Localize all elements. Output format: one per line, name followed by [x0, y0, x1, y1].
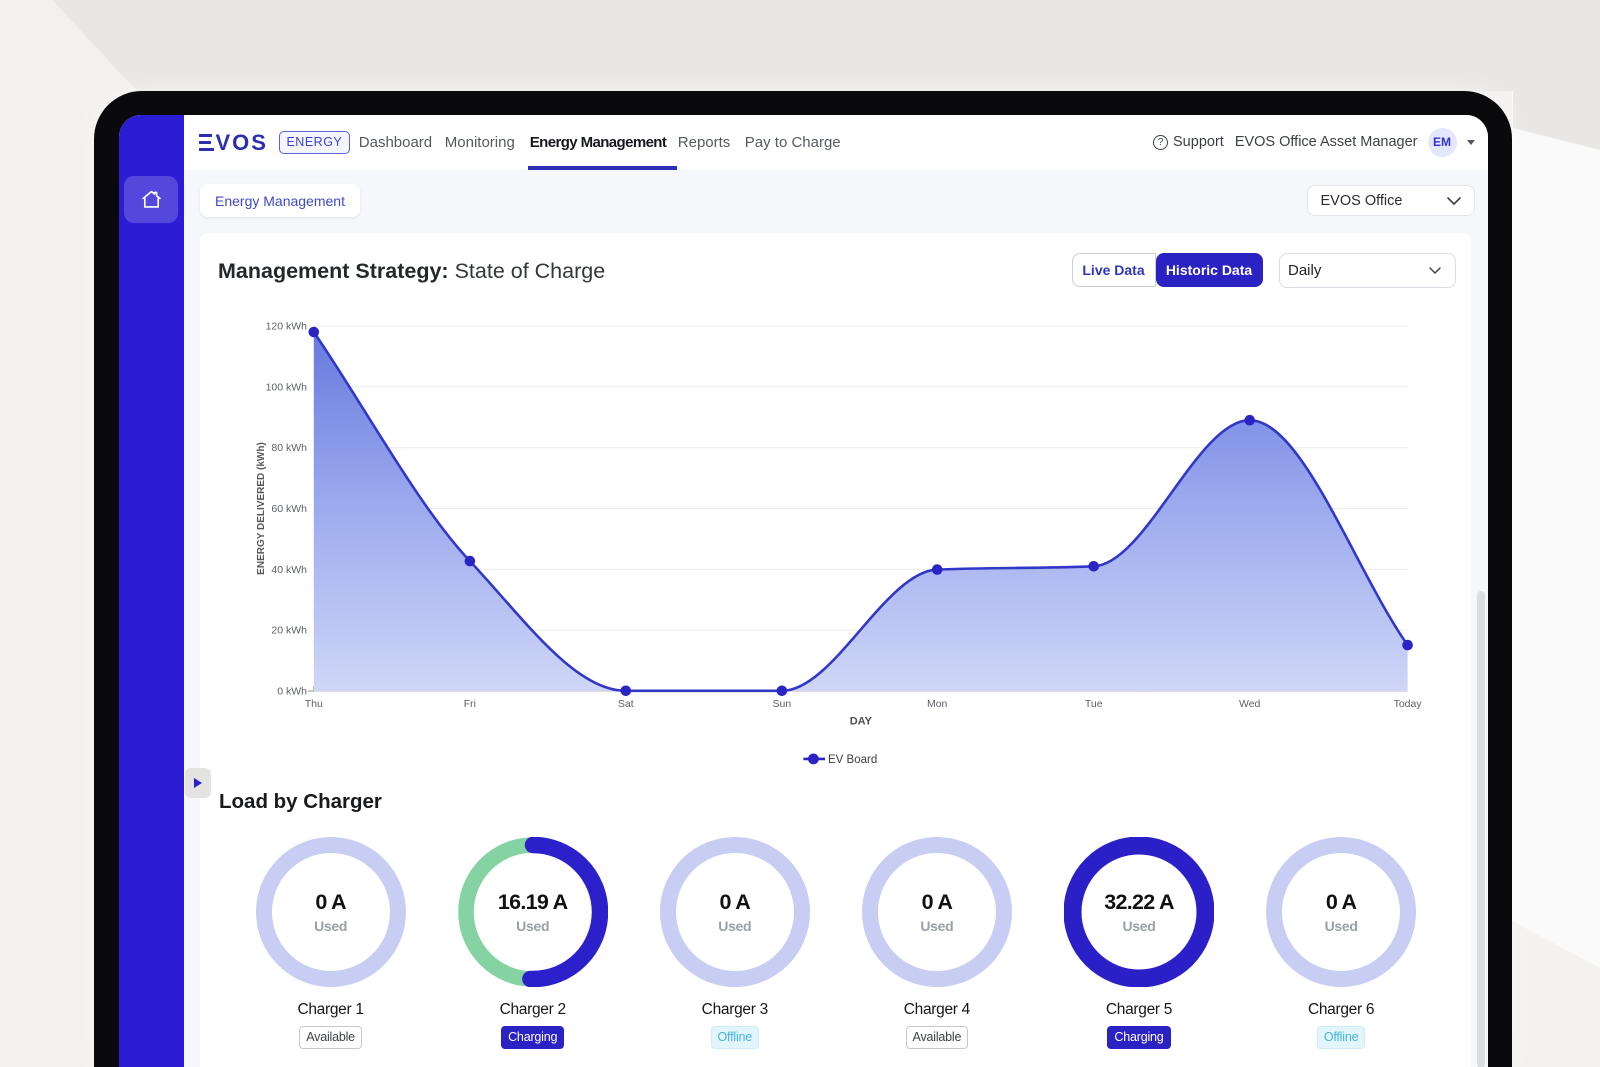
svg-text:Today: Today [1394, 698, 1423, 710]
svg-text:Sat: Sat [618, 698, 634, 710]
svg-text:120 kWh: 120 kWh [266, 320, 308, 332]
svg-text:40 kWh: 40 kWh [271, 563, 307, 575]
svg-text:DAY: DAY [850, 715, 873, 727]
svg-text:Fri: Fri [464, 698, 476, 710]
svg-text:ENERGY DELIVERED (kWh): ENERGY DELIVERED (kWh) [256, 442, 267, 575]
svg-text:Mon: Mon [927, 698, 948, 710]
svg-text:80 kWh: 80 kWh [271, 442, 307, 454]
svg-text:100 kWh: 100 kWh [266, 381, 308, 393]
svg-text:20 kWh: 20 kWh [271, 624, 307, 636]
svg-text:Thu: Thu [305, 698, 323, 710]
svg-text:Sun: Sun [773, 698, 792, 710]
svg-text:0 kWh: 0 kWh [277, 685, 307, 697]
svg-text:Tue: Tue [1085, 698, 1103, 710]
svg-text:EV Board: EV Board [828, 753, 877, 765]
svg-text:Wed: Wed [1239, 698, 1261, 710]
svg-text:60 kWh: 60 kWh [271, 503, 307, 515]
